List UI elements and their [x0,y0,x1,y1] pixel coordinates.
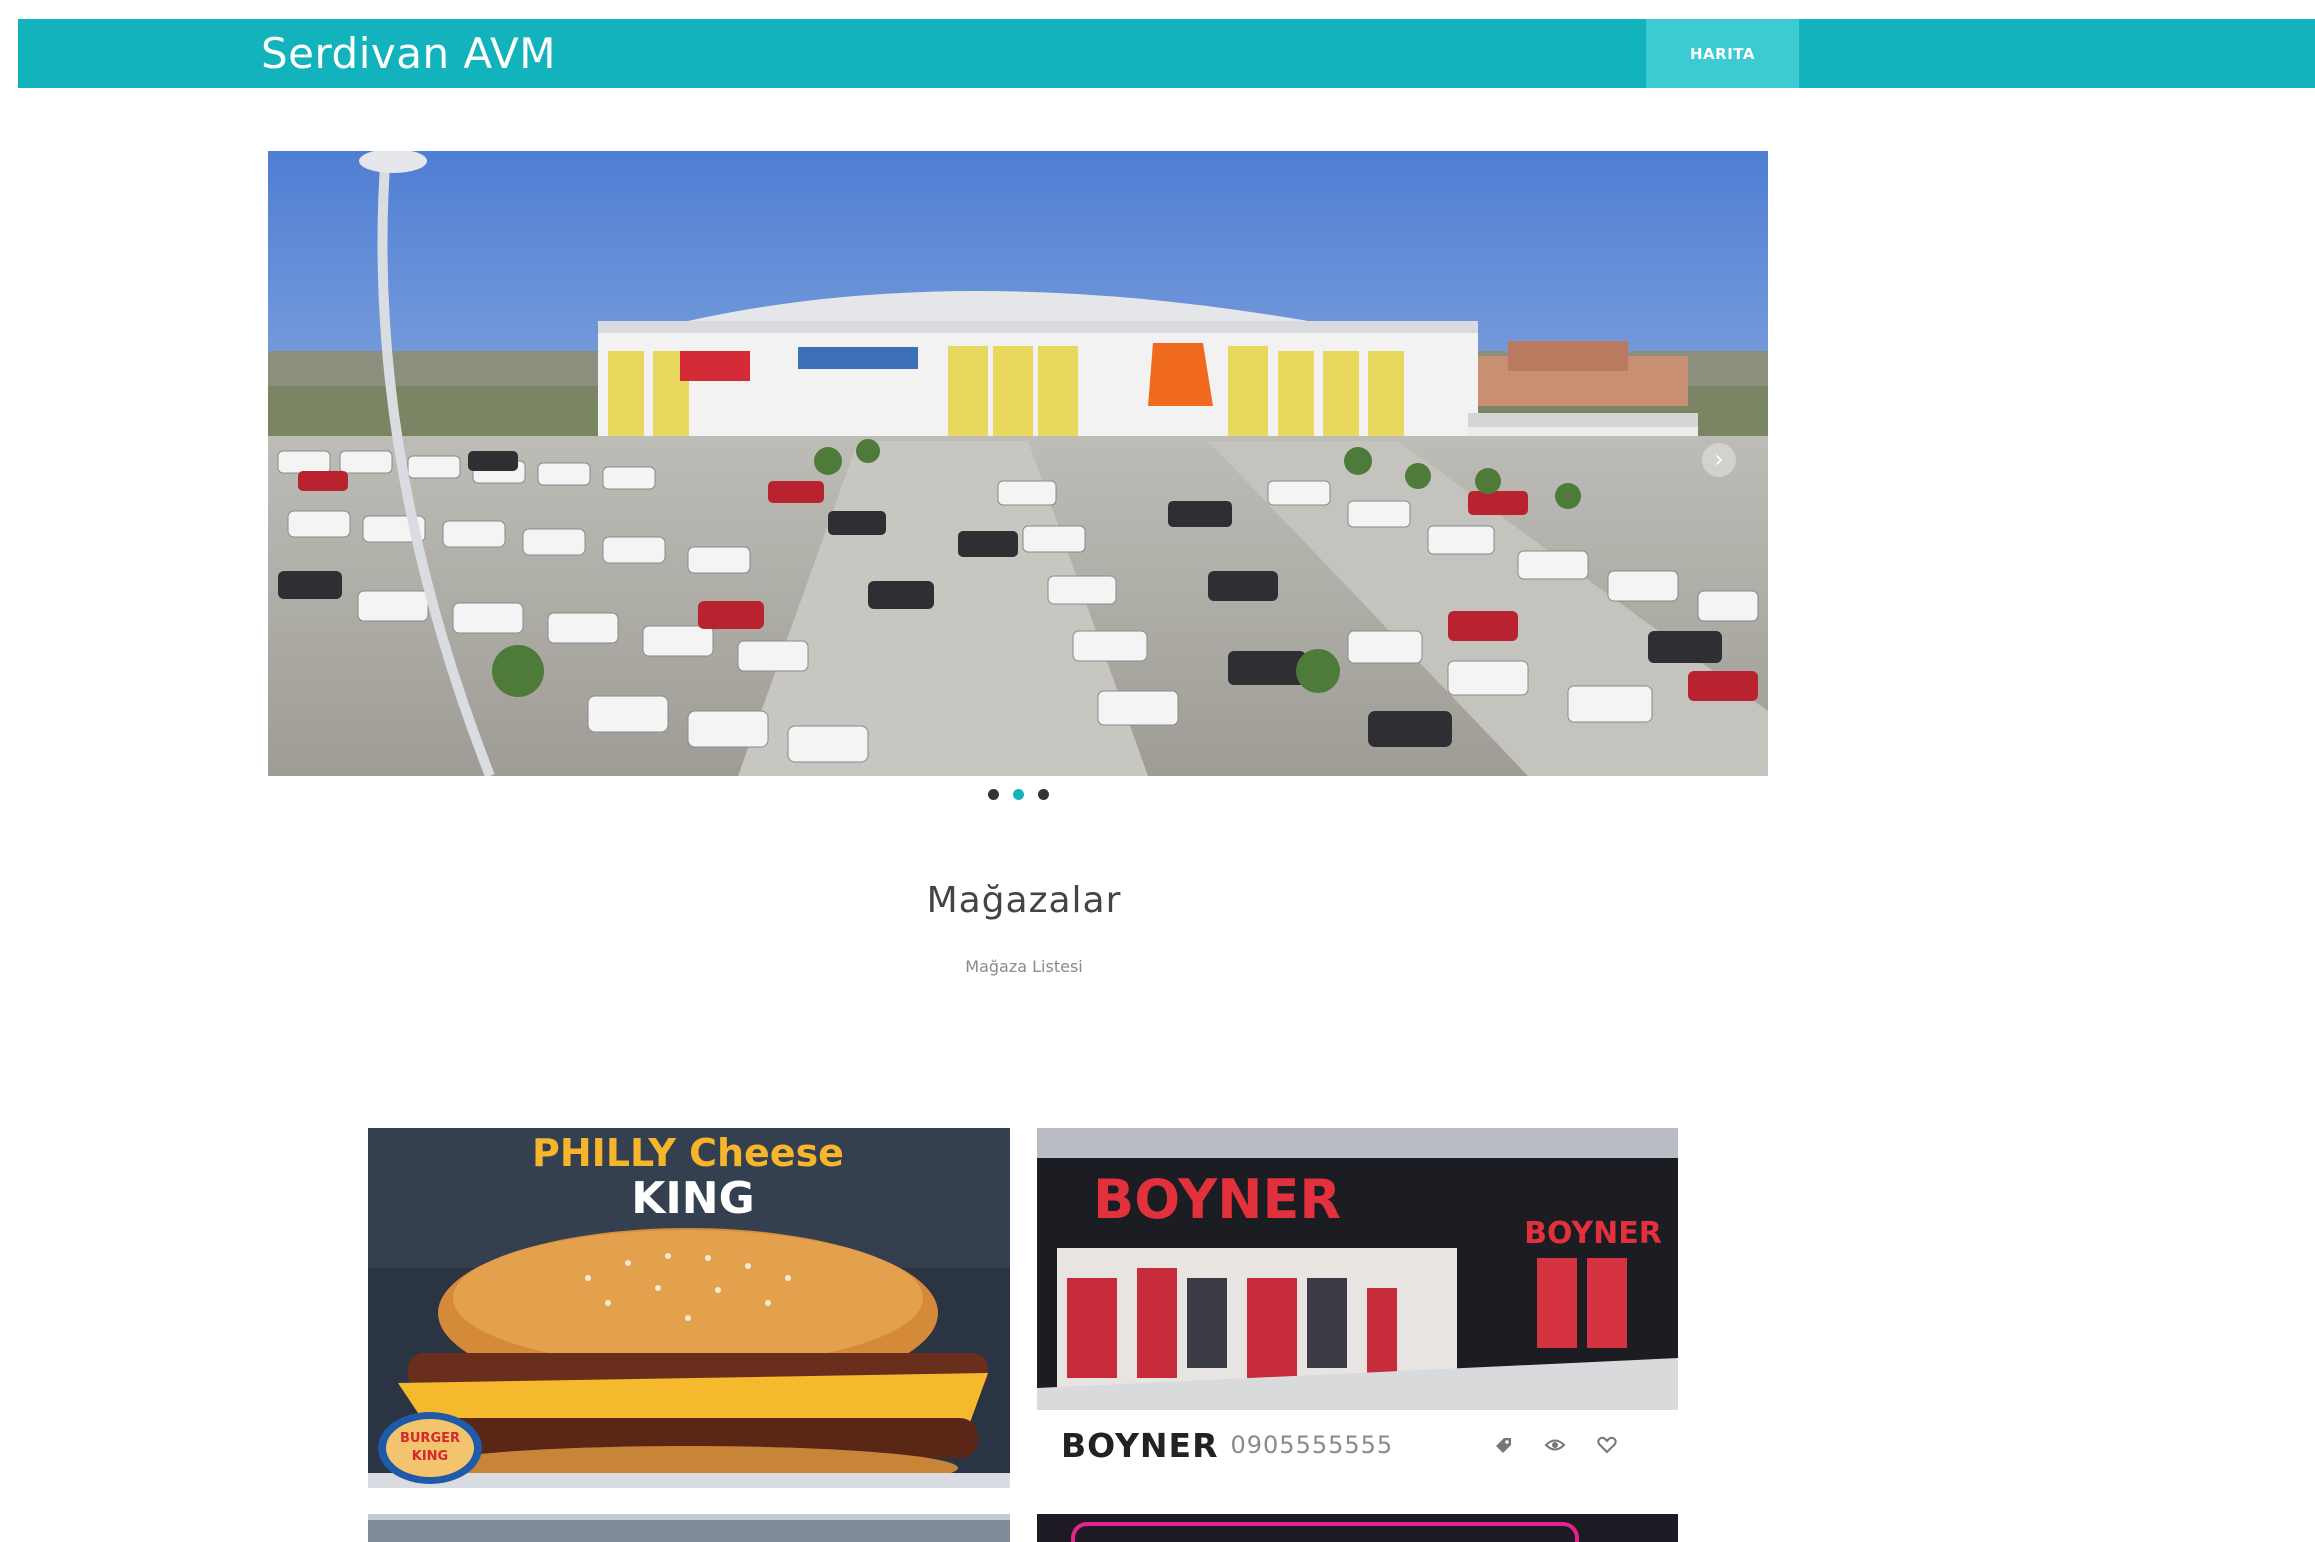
storefront-sign-2: BOYNER [1524,1216,1662,1251]
store-image: PHILLY Cheese KING BURGER KING [368,1128,1010,1488]
store-actions [1492,1434,1618,1456]
top-navbar: Serdivan AVM HARITA [18,19,2315,88]
store-card-footer: BOYNER 0905555555 [1037,1410,1678,1480]
store-card[interactable]: BOYNER BOYNER BOYNER 0905555555 [1037,1128,1678,1488]
carousel-dot-1[interactable] [988,788,999,800]
section-subtitle: Mağaza Listesi [965,957,1083,976]
carousel-dot-3[interactable] [1038,788,1049,800]
store-card[interactable]: PHILLY Cheese KING BURGER KING [368,1128,1010,1488]
hero-carousel: › [268,151,1768,776]
store-name[interactable]: BOYNER [1061,1426,1219,1465]
carousel-slide-image [268,151,1768,776]
store-phone: 0905555555 [1230,1431,1394,1459]
eye-icon[interactable] [1544,1434,1566,1456]
chevron-right-icon: › [1714,445,1724,473]
carousel-indicators [988,787,1058,801]
carousel-dot-2[interactable] [1013,788,1024,800]
store-card[interactable] [368,1514,1010,1542]
store-image [368,1514,1010,1520]
store-image: BOYNER BOYNER [1037,1128,1678,1410]
tag-icon[interactable] [1492,1434,1514,1456]
carousel-next-button[interactable]: › [1702,443,1736,477]
promo-headline: PHILLY Cheese [532,1131,844,1175]
nav-link-harita[interactable]: HARITA [1646,19,1799,88]
promo-king: KING [631,1173,754,1224]
storefront-sign: BOYNER [1093,1168,1341,1231]
store-card[interactable] [1037,1514,1678,1542]
svg-text:KING: KING [412,1449,448,1464]
section-title: Mağazalar [926,880,1122,921]
heart-icon[interactable] [1596,1434,1618,1456]
svg-text:BURGER: BURGER [400,1431,460,1446]
brand-title[interactable]: Serdivan AVM [261,19,556,88]
store-image [1071,1522,1579,1542]
